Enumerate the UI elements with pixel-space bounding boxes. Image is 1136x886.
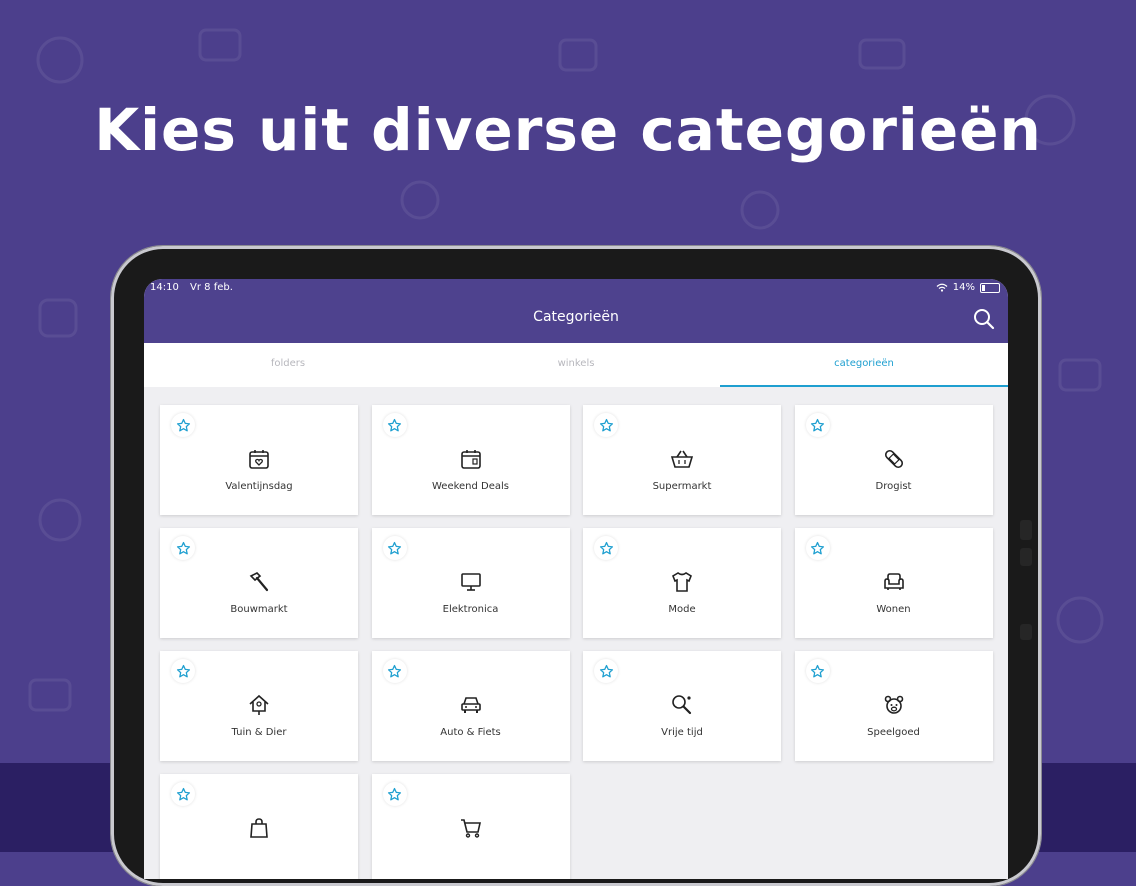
basket-icon	[670, 450, 694, 468]
star-icon	[176, 541, 190, 554]
category-card[interactable]	[160, 774, 358, 879]
hammer-icon	[249, 572, 269, 592]
app-screen: 14:10 Vr 8 feb. 14% Categorieën folders …	[144, 279, 1008, 879]
tab-folders[interactable]: folders	[144, 343, 432, 387]
calendar-icon	[460, 450, 481, 469]
tablet-camera	[1020, 520, 1032, 540]
category-card[interactable]: Speelgoed	[794, 651, 993, 761]
category-label: Speelgoed	[867, 727, 920, 738]
favorite-button[interactable]	[382, 413, 407, 437]
shopping-bag-icon	[250, 818, 268, 838]
star-icon	[387, 541, 402, 554]
teddy-bear-icon	[884, 695, 903, 714]
category-card[interactable]: Mode	[583, 528, 781, 638]
shirt-icon	[672, 572, 692, 592]
battery-percentage: 14%	[952, 282, 975, 293]
status-bar: 14:10 Vr 8 feb. 14%	[144, 279, 1008, 297]
star-icon	[387, 418, 402, 431]
category-card[interactable]	[371, 774, 570, 879]
star-icon	[176, 787, 190, 800]
star-icon	[810, 541, 825, 554]
category-card[interactable]: Drogist	[794, 405, 993, 515]
star-icon	[176, 418, 190, 431]
favorite-button[interactable]	[171, 413, 195, 437]
star-icon	[599, 664, 613, 677]
category-card[interactable]: Weekend Deals	[371, 405, 570, 515]
category-label: Supermarkt	[652, 481, 712, 492]
category-card[interactable]: Valentijnsdag	[160, 405, 358, 515]
category-card[interactable]: Wonen	[794, 528, 993, 638]
category-label: Vrije tijd	[661, 727, 703, 738]
star-icon	[599, 418, 613, 431]
calendar-heart-icon	[249, 450, 269, 469]
category-label: Drogist	[875, 481, 912, 492]
birdhouse-icon	[249, 694, 269, 715]
category-label: Valentijnsdag	[225, 481, 293, 492]
nav-bar: Categorieën	[144, 297, 1008, 343]
favorite-button[interactable]	[171, 659, 195, 683]
star-icon	[387, 787, 402, 800]
category-card[interactable]: Elektronica	[371, 528, 570, 638]
page-headline: Kies uit diverse categorieën	[94, 96, 1042, 164]
star-icon	[176, 664, 190, 677]
star-icon	[599, 541, 613, 554]
favorite-button[interactable]	[171, 536, 195, 560]
category-label: Mode	[668, 604, 696, 615]
monitor-icon	[460, 573, 481, 591]
tab-bar: folders winkels categorieën	[144, 343, 1008, 387]
favorite-button[interactable]	[805, 659, 830, 683]
category-label: Wonen	[876, 604, 911, 615]
favorite-button[interactable]	[594, 413, 618, 437]
favorite-button[interactable]	[594, 659, 618, 683]
category-card[interactable]: Bouwmarkt	[160, 528, 358, 638]
category-card[interactable]: Auto & Fiets	[371, 651, 570, 761]
category-label: Auto & Fiets	[440, 727, 501, 738]
category-card[interactable]: Tuin & Dier	[160, 651, 358, 761]
star-icon	[387, 664, 402, 677]
shopping-cart-icon	[460, 819, 481, 838]
star-icon	[810, 664, 825, 677]
category-label: Tuin & Dier	[231, 727, 287, 738]
car-icon	[460, 697, 481, 713]
racket-icon	[672, 695, 692, 715]
favorite-button[interactable]	[805, 413, 830, 437]
tab-winkels[interactable]: winkels	[432, 343, 720, 387]
favorite-button[interactable]	[382, 659, 407, 683]
tab-categorieen[interactable]: categorieën	[720, 343, 1008, 387]
category-label: Bouwmarkt	[230, 604, 288, 615]
category-label: Elektronica	[442, 604, 499, 615]
category-label: Weekend Deals	[431, 481, 510, 492]
favorite-button[interactable]	[805, 536, 830, 560]
bandage-icon	[884, 449, 903, 469]
nav-title: Categorieën	[533, 309, 619, 325]
battery-icon	[980, 282, 1000, 293]
category-card[interactable]: Vrije tijd	[583, 651, 781, 761]
wifi-icon	[936, 283, 948, 292]
favorite-button[interactable]	[382, 782, 407, 806]
category-card[interactable]: Supermarkt	[583, 405, 781, 515]
favorite-button[interactable]	[171, 782, 195, 806]
status-date: Vr 8 feb.	[190, 282, 233, 293]
star-icon	[810, 418, 825, 431]
search-icon[interactable]	[972, 307, 996, 331]
favorite-button[interactable]	[382, 536, 407, 560]
tablet-button	[1020, 548, 1032, 566]
favorite-button[interactable]	[594, 536, 618, 560]
armchair-icon	[883, 573, 904, 590]
status-time: 14:10	[150, 282, 179, 293]
tablet-button	[1020, 624, 1032, 640]
